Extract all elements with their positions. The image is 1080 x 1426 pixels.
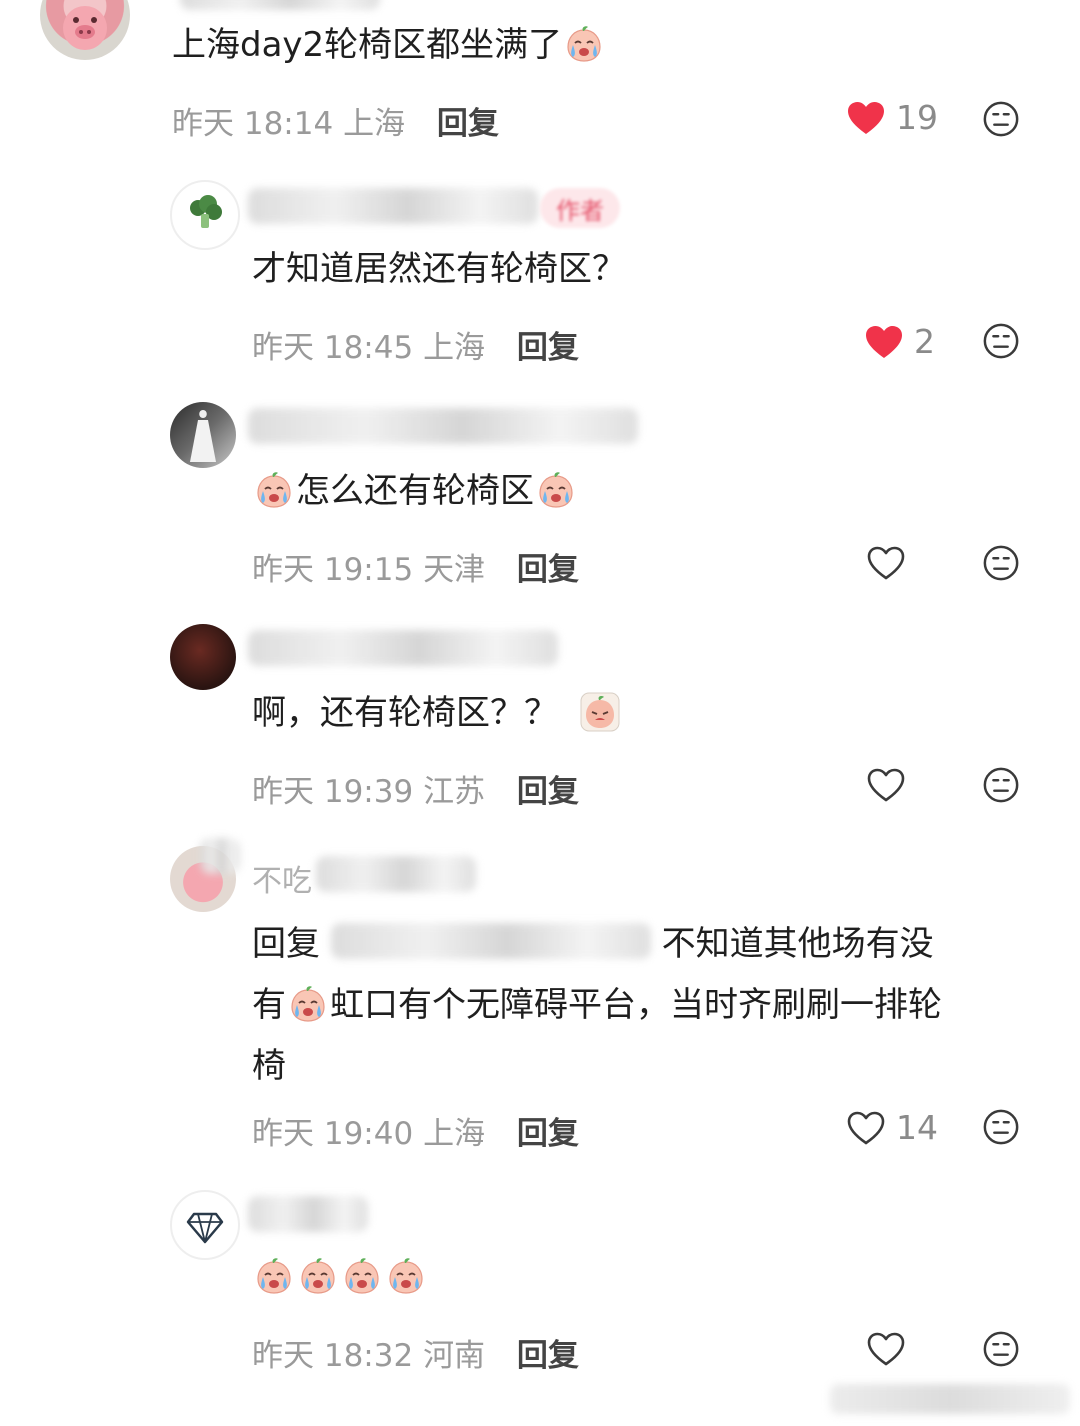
- comment-text: 上海day2轮椅区都坐满了: [172, 24, 606, 67]
- comment-location: 江苏: [423, 774, 486, 810]
- heart-outline-icon[interactable]: [866, 767, 906, 803]
- username-blurred[interactable]: [180, 0, 380, 10]
- username-blurred[interactable]: [248, 188, 538, 224]
- comment-meta: 昨天 19:15 天津 回复: [252, 544, 579, 589]
- username[interactable]: 不吃: [252, 856, 312, 900]
- comment-location: 上海: [423, 1116, 486, 1152]
- crying-peach-emoji: [298, 1256, 338, 1296]
- comment-date: 昨天: [252, 774, 314, 810]
- like-count: 14: [896, 1108, 938, 1147]
- like-count: 19: [896, 98, 938, 137]
- like-button[interactable]: 2: [864, 322, 935, 361]
- username-blurred[interactable]: [316, 856, 476, 892]
- comment-text: 怎么还有轮椅区: [252, 470, 578, 513]
- crying-peach-emoji: [564, 24, 604, 64]
- reply-button[interactable]: 回复: [437, 106, 499, 142]
- reply-button[interactable]: 回复: [517, 330, 579, 366]
- avatar[interactable]: [170, 402, 236, 468]
- pink-pig-icon: [63, 6, 107, 50]
- comment-date: 昨天: [252, 1338, 314, 1374]
- reply-button[interactable]: 回复: [517, 1338, 579, 1374]
- dislike-face-icon[interactable]: [982, 766, 1020, 804]
- crying-peach-emoji: [342, 1256, 382, 1296]
- heart-outline-icon: [846, 1110, 886, 1146]
- comment-time: 19:15: [323, 552, 414, 588]
- heart-outline-icon[interactable]: [866, 545, 906, 581]
- crying-peach-emoji: [386, 1256, 426, 1296]
- comment-meta: 昨天 18:32 河南 回复: [252, 1330, 579, 1375]
- crying-peach-emoji: [254, 1256, 294, 1296]
- like-button[interactable]: 14: [846, 1108, 938, 1147]
- tearful-peach-emoji: [580, 692, 620, 732]
- comment-location: 天津: [423, 552, 486, 588]
- heart-outline-icon[interactable]: [866, 1331, 906, 1367]
- username-blurred[interactable]: [248, 630, 558, 666]
- avatar[interactable]: [170, 1190, 240, 1260]
- comment-time: 18:32: [323, 1338, 414, 1374]
- avatar[interactable]: [170, 180, 240, 250]
- dislike-face-icon[interactable]: [982, 100, 1020, 138]
- comment-location: 河南: [423, 1338, 486, 1374]
- heart-filled-icon: [846, 100, 886, 136]
- dislike-face-icon[interactable]: [982, 1108, 1020, 1146]
- crying-peach-emoji: [254, 470, 294, 510]
- comment-date: 昨天: [252, 552, 314, 588]
- comment-text: 啊，还有轮椅区？？: [252, 692, 622, 735]
- author-badge: 作者: [540, 188, 620, 228]
- dislike-face-icon[interactable]: [982, 1330, 1020, 1368]
- comment-meta: 昨天 19:39 江苏 回复: [252, 766, 579, 811]
- crying-peach-emoji: [288, 984, 328, 1024]
- avatar[interactable]: [40, 0, 130, 60]
- comment-text: 回复 不知道其他场有没 有虹口有个无障碍平台，当时齐刷刷一排轮 椅: [252, 923, 942, 1086]
- comment-date: 昨天: [172, 106, 234, 142]
- comment-time: 18:14: [243, 106, 334, 142]
- comment-text: [252, 1256, 428, 1299]
- like-button[interactable]: 19: [846, 98, 938, 137]
- broccoli-icon: [190, 195, 222, 228]
- username-blurred[interactable]: [248, 408, 638, 444]
- white-dress-figure-icon: [190, 410, 216, 462]
- comment-meta: 昨天 18:14 上海 回复: [172, 98, 499, 143]
- watermark-blurred: [830, 1384, 1070, 1414]
- comment-date: 昨天: [252, 330, 314, 366]
- diamond-icon: [186, 1212, 224, 1244]
- username-blurred[interactable]: [200, 838, 240, 874]
- avatar[interactable]: [170, 624, 236, 690]
- dislike-face-icon[interactable]: [982, 322, 1020, 360]
- comment-date: 昨天: [252, 1116, 314, 1152]
- comment-meta: 昨天 18:45 上海 回复: [252, 322, 579, 367]
- comment-meta: 昨天 19:40 上海 回复: [252, 1108, 579, 1153]
- like-count: 2: [914, 322, 935, 361]
- comment-location: 上海: [423, 330, 486, 366]
- dislike-face-icon[interactable]: [982, 544, 1020, 582]
- reply-button[interactable]: 回复: [517, 774, 579, 810]
- comment-time: 18:45: [323, 330, 414, 366]
- reply-button[interactable]: 回复: [517, 1116, 579, 1152]
- comment-text: 才知道居然还有轮椅区？: [252, 249, 626, 289]
- mention-blurred[interactable]: [330, 923, 651, 959]
- comment-time: 19:39: [323, 774, 414, 810]
- comment-location: 上海: [343, 106, 406, 142]
- crying-peach-emoji: [536, 470, 576, 510]
- reply-prefix: 回复: [252, 924, 320, 964]
- reply-button[interactable]: 回复: [517, 552, 579, 588]
- heart-filled-icon: [864, 324, 904, 360]
- comment-time: 19:40: [323, 1116, 414, 1152]
- username-blurred[interactable]: [248, 1196, 368, 1232]
